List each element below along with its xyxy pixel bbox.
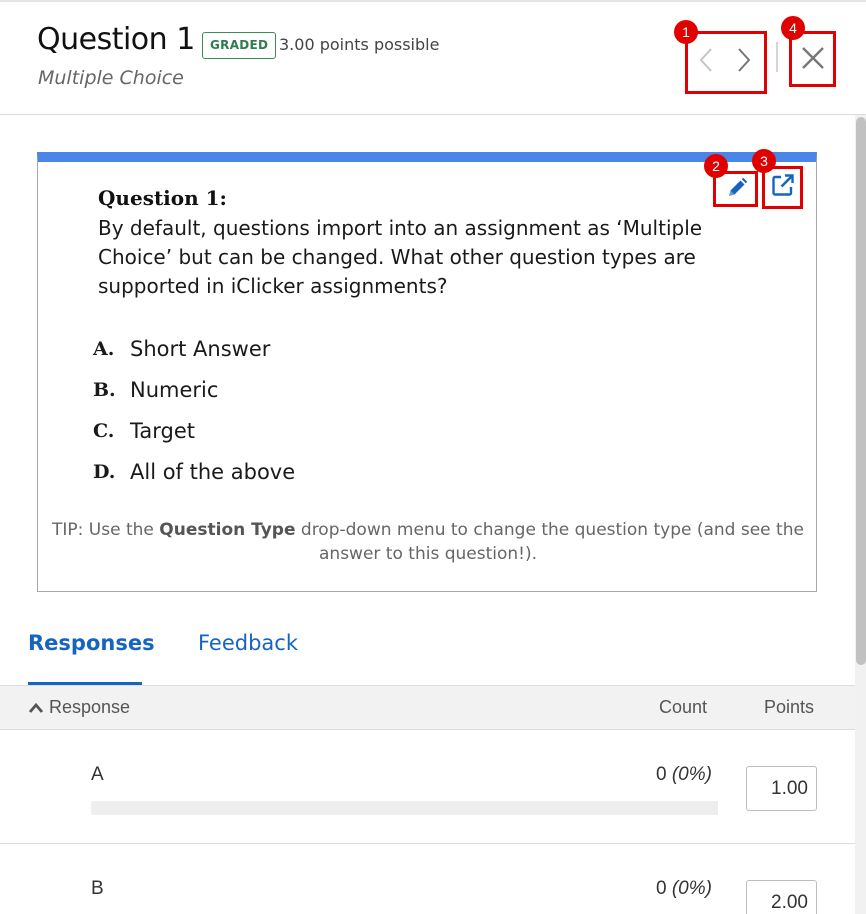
choice-c: C. Target bbox=[93, 410, 295, 451]
annotation-marker-nav: 1 bbox=[674, 20, 698, 44]
responses-table-header: Response Count Points bbox=[0, 685, 855, 730]
graded-badge: GRADED bbox=[202, 32, 277, 59]
question-card: Question 1: By default, questions import… bbox=[37, 152, 817, 592]
annotation-marker-edit: 2 bbox=[704, 154, 728, 178]
count-percent: (0%) bbox=[671, 878, 712, 899]
count-value: 0 bbox=[656, 878, 667, 899]
annotation-box-nav bbox=[685, 31, 767, 94]
chevron-up-icon bbox=[28, 702, 44, 713]
question-tip: TIP: Use the Question Type drop-down men… bbox=[38, 518, 818, 566]
tab-feedback[interactable]: Feedback bbox=[198, 615, 298, 685]
choice-text: Short Answer bbox=[130, 336, 271, 361]
choice-a: A. Short Answer bbox=[93, 328, 295, 369]
table-row: A 0 (0%) bbox=[0, 730, 855, 844]
annotation-marker-close: 4 bbox=[781, 16, 805, 40]
choice-letter: C. bbox=[93, 419, 115, 442]
answer-choices: A. Short Answer B. Numeric C. Target D. … bbox=[93, 328, 295, 492]
tab-responses[interactable]: Responses bbox=[28, 615, 155, 685]
tip-suffix: drop-down menu to change the question ty… bbox=[295, 520, 804, 564]
choice-b: B. Numeric bbox=[93, 369, 295, 410]
response-label: B bbox=[91, 878, 104, 899]
choice-text: Numeric bbox=[130, 377, 219, 402]
count-percent: (0%) bbox=[671, 764, 712, 785]
choice-letter: B. bbox=[93, 378, 116, 401]
points-column-header: Points bbox=[764, 697, 815, 717]
response-count: 0 (0%) bbox=[656, 764, 712, 786]
count-value: 0 bbox=[656, 764, 667, 785]
header-divider bbox=[776, 42, 778, 72]
question-text: By default, questions import into an ass… bbox=[98, 216, 703, 298]
count-column-header: Count bbox=[659, 697, 708, 717]
choice-d: D. All of the above bbox=[93, 451, 295, 492]
response-count: 0 (0%) bbox=[656, 878, 712, 900]
points-input[interactable] bbox=[746, 766, 817, 811]
choice-text: Target bbox=[130, 418, 195, 443]
choice-letter: D. bbox=[93, 460, 116, 483]
points-possible: 3.00 points possible bbox=[279, 35, 440, 54]
scrollbar-thumb[interactable] bbox=[856, 117, 866, 665]
tip-prefix: TIP: Use the bbox=[52, 520, 160, 540]
table-row: B 0 (0%) bbox=[0, 844, 855, 914]
question-type-label: Multiple Choice bbox=[38, 67, 184, 89]
tip-bold: Question Type bbox=[159, 520, 296, 540]
points-input[interactable] bbox=[746, 880, 817, 914]
annotation-box-external bbox=[762, 166, 803, 209]
tab-bar: Responses Feedback bbox=[0, 615, 866, 685]
response-header-label: Response bbox=[49, 697, 131, 717]
question-heading: Question 1: bbox=[98, 186, 227, 210]
response-bar bbox=[91, 801, 718, 815]
choice-text: All of the above bbox=[130, 459, 296, 484]
response-label: A bbox=[91, 764, 104, 785]
page-title: Question 1 bbox=[37, 22, 195, 57]
response-column-header[interactable]: Response bbox=[28, 686, 130, 729]
annotation-marker-external: 3 bbox=[752, 149, 776, 173]
scrollbar[interactable] bbox=[855, 115, 866, 914]
choice-letter: A. bbox=[93, 337, 115, 360]
